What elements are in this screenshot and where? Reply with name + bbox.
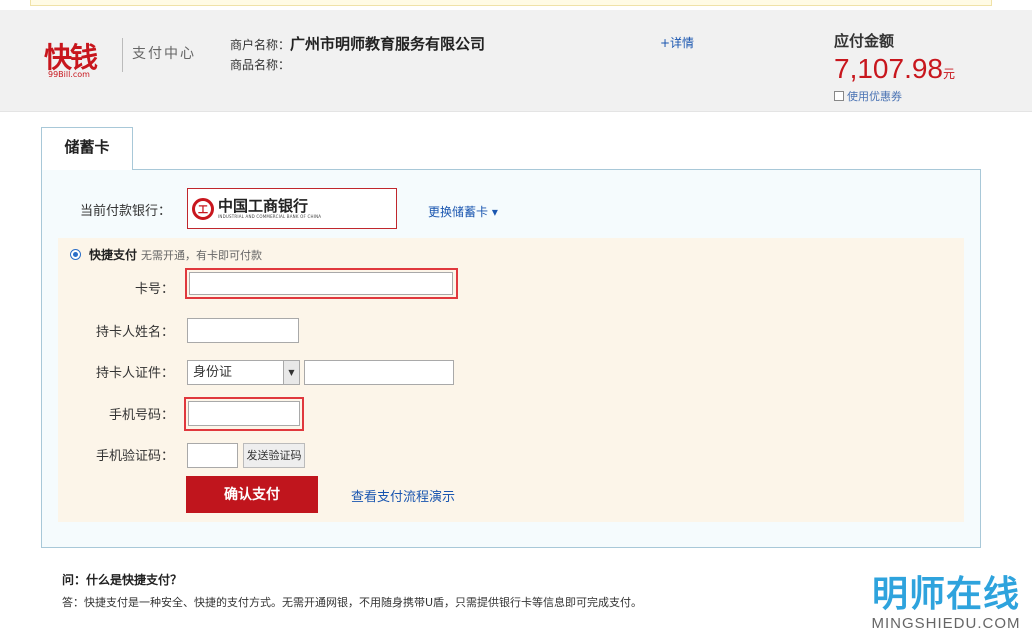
amount-unit: 元 — [943, 67, 956, 81]
brand-subtitle: 支付中心 — [132, 46, 196, 62]
bank-name: 中国工商银行 INDUSTRIAL AND COMMERCIAL BANK OF… — [218, 198, 321, 220]
sms-code-input[interactable] — [187, 443, 238, 468]
amount-block: 应付金额 7,107.98元 使用优惠券 — [834, 30, 955, 104]
amount-value-row: 7,107.98元 — [834, 53, 955, 90]
send-code-button[interactable]: 发送验证码 — [243, 443, 305, 468]
phone-input[interactable] — [188, 401, 300, 426]
coupon-checkbox[interactable] — [834, 91, 844, 101]
logo-divider — [122, 38, 123, 72]
chevron-down-icon[interactable]: ▼ — [283, 361, 299, 384]
logo-domain: 99Bill.com — [48, 70, 90, 79]
phone-label: 手机号码： — [108, 408, 174, 423]
watermark-en: MINGSHIEDU.COM — [871, 615, 1021, 632]
details-link[interactable]: +详情 — [660, 34, 694, 51]
coupon-toggle[interactable]: 使用优惠券 — [834, 88, 955, 104]
tab-debit-card[interactable]: 储蓄卡 — [41, 127, 133, 170]
coupon-label: 使用优惠券 — [847, 90, 902, 103]
amount-label: 应付金额 — [834, 32, 895, 50]
bank-name-en: INDUSTRIAL AND COMMERCIAL BANK OF CHINA — [218, 213, 322, 219]
merchant-info: 商户名称：广州市明师教育服务有限公司 商品名称： — [230, 34, 485, 75]
logo: 快钱 99Bill.com — [44, 36, 120, 86]
id-type-select[interactable]: 身份证 ▼ — [187, 360, 300, 385]
quick-pay-radio[interactable] — [70, 249, 81, 260]
payment-demo-link[interactable]: 查看支付流程演示 — [351, 486, 455, 505]
quick-pay-option[interactable]: 快捷支付 无需开通，有卡即可付款 — [70, 246, 262, 263]
bank-name-cn: 中国工商银行 — [218, 196, 309, 215]
bank-selector[interactable]: 工 中国工商银行 INDUSTRIAL AND COMMERCIAL BANK … — [187, 188, 397, 229]
holder-id-label: 持卡人证件： — [95, 366, 174, 381]
card-number-input[interactable] — [189, 272, 453, 295]
id-number-input[interactable] — [304, 360, 454, 385]
faq-answer: 答：快捷支付是一种安全、快捷的支付方式。无需开通网银，不用随身携带U盾，只需提供… — [62, 596, 643, 609]
amount-value: 7,107.98 — [834, 53, 943, 84]
watermark-cn: 明师在线 — [871, 574, 1020, 615]
quick-pay-label: 快捷支付 — [89, 248, 138, 262]
watermark: 明师在线 MINGSHIEDU.COM — [866, 574, 1026, 633]
bank-label: 当前付款银行： — [80, 204, 172, 219]
sms-code-label: 手机验证码： — [95, 449, 174, 464]
confirm-pay-button[interactable]: 确认支付 — [186, 476, 318, 513]
card-number-label: 卡号： — [134, 282, 174, 297]
change-card-link[interactable]: 更换储蓄卡 ▾ — [428, 203, 498, 220]
icbc-logo-icon: 工 — [192, 197, 214, 220]
product-label: 商品名称： — [230, 58, 291, 72]
faq-question: 问：什么是快捷支付？ — [62, 573, 183, 587]
merchant-name: 广州市明师教育服务有限公司 — [290, 35, 486, 53]
id-type-value: 身份证 — [193, 365, 233, 380]
holder-name-label: 持卡人姓名： — [95, 325, 174, 340]
top-notice-bar — [30, 0, 992, 6]
holder-name-input[interactable] — [187, 318, 299, 343]
quick-pay-description: 无需开通，有卡即可付款 — [141, 248, 263, 262]
header: 快钱 99Bill.com 支付中心 商户名称：广州市明师教育服务有限公司 商品… — [0, 10, 1032, 112]
merchant-label: 商户名称： — [230, 38, 291, 52]
